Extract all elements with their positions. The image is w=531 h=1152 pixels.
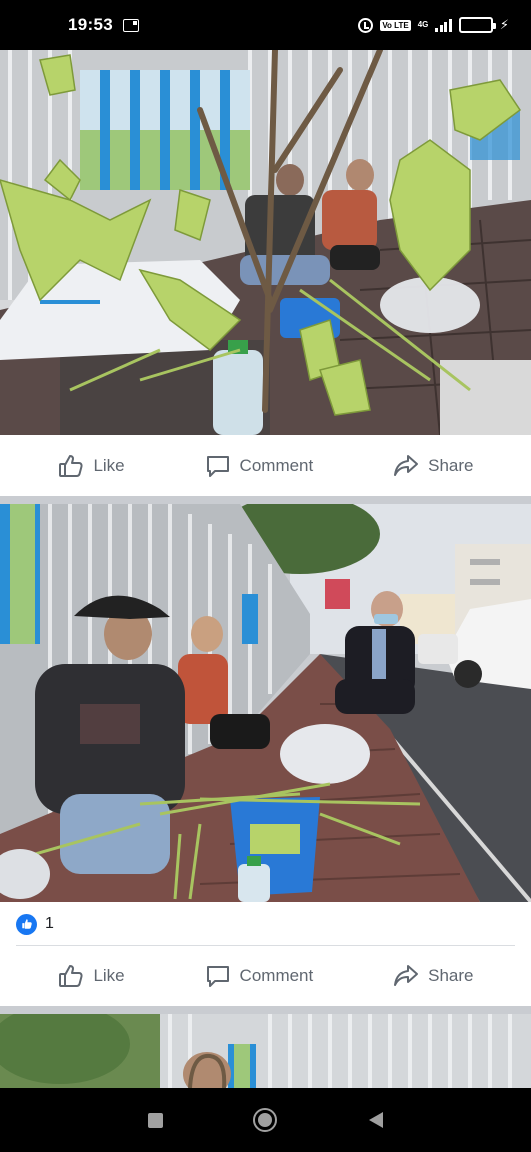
notification-icon [122, 18, 139, 32]
network-type: 4G [417, 20, 429, 29]
speech-bubble-icon [206, 966, 229, 987]
thumbs-up-icon [59, 455, 84, 477]
reaction-summary[interactable]: 1 [16, 912, 54, 936]
clock: 19:53 [68, 15, 113, 34]
comment-button[interactable]: Comment [204, 452, 314, 480]
home-button[interactable] [250, 1105, 280, 1135]
square-icon [147, 1112, 163, 1128]
back-button[interactable] [361, 1105, 391, 1135]
comment-label: Comment [239, 966, 314, 985]
alarm-icon [358, 17, 374, 33]
share-arrow-icon [394, 965, 419, 986]
like-button[interactable]: Like [57, 452, 125, 480]
charging-icon: ⚡ [499, 17, 509, 32]
status-right: Vo LTE 4G 76 ⚡ [358, 17, 509, 33]
post-action-bar: Like Comment Share [0, 946, 531, 1006]
post-action-bar: Like Comment Share [0, 436, 531, 496]
post-photo[interactable] [0, 1014, 531, 1088]
share-button[interactable]: Share [392, 962, 474, 990]
comment-label: Comment [239, 456, 314, 475]
comment-button[interactable]: Comment [204, 962, 314, 990]
share-button[interactable]: Share [392, 452, 474, 480]
back-triangle-icon [368, 1112, 383, 1128]
reaction-count: 1 [45, 915, 54, 932]
post-divider [0, 1006, 531, 1014]
recent-apps-button[interactable] [140, 1105, 170, 1135]
like-reaction-icon [16, 913, 37, 935]
status-bar: 19:53 Vo LTE 4G 76 ⚡ [0, 0, 531, 50]
like-button[interactable]: Like [57, 962, 125, 990]
volte-badge: Vo LTE [380, 19, 411, 31]
status-left: 19:53 [68, 15, 139, 35]
speech-bubble-icon [206, 456, 229, 477]
share-label: Share [428, 966, 474, 985]
battery-icon: 76 [458, 17, 496, 33]
share-arrow-icon [394, 455, 419, 476]
battery-level: 76 [470, 18, 482, 29]
post-photo[interactable] [0, 504, 531, 902]
system-nav-bar [0, 1088, 531, 1152]
post-photo[interactable] [0, 50, 531, 435]
like-label: Like [93, 966, 125, 985]
like-label: Like [93, 456, 125, 475]
home-circle-icon [253, 1108, 278, 1132]
share-label: Share [428, 456, 474, 475]
post-divider [0, 496, 531, 504]
signal-icon [435, 18, 452, 32]
thumbs-up-icon [59, 965, 84, 987]
